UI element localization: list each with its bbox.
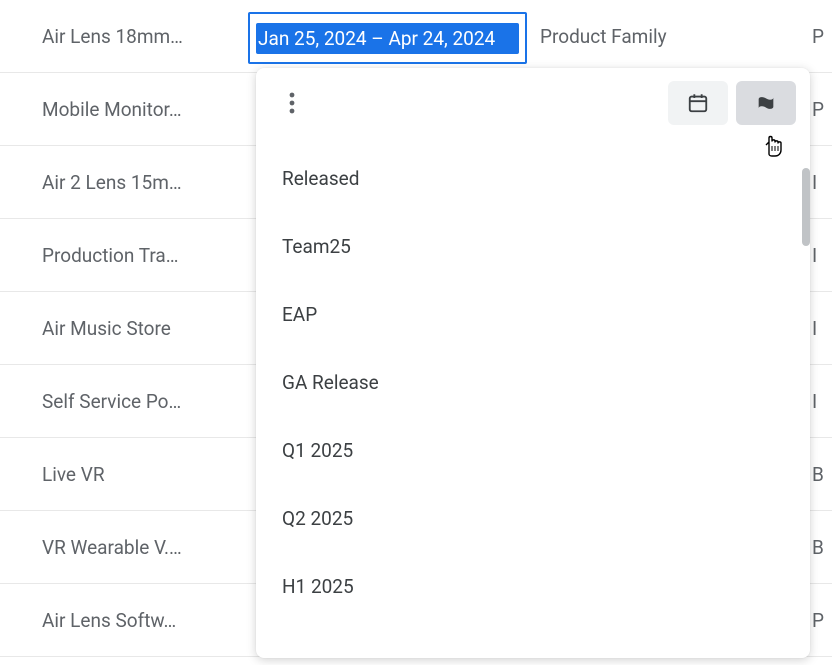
cell-name[interactable]: Live VR <box>0 438 245 511</box>
sprint-option[interactable]: Team25 <box>256 212 810 280</box>
sprint-picker-dropdown: Released Team25 EAP GA Release Q1 2025 Q… <box>256 68 810 658</box>
column-header-product-family[interactable]: Product Family <box>530 0 812 73</box>
cell-name[interactable]: Production Tra… <box>0 219 245 292</box>
cell-right[interactable]: P <box>812 73 832 146</box>
kebab-icon <box>289 92 295 114</box>
dropdown-list[interactable]: Released Team25 EAP GA Release Q1 2025 Q… <box>256 138 810 658</box>
calendar-mode-button[interactable] <box>668 81 728 125</box>
sprint-mode-button[interactable] <box>736 81 796 125</box>
selected-date-range: Jan 25, 2024 – Apr 24, 2024 <box>256 23 519 54</box>
cell-right[interactable]: I <box>812 146 832 219</box>
cell-name[interactable]: Air Music Store <box>0 292 245 365</box>
scrollbar-thumb[interactable] <box>802 168 810 246</box>
cell-name[interactable]: Air 2 Lens 15m… <box>0 146 245 219</box>
calendar-icon <box>687 92 709 114</box>
cell-right[interactable]: I <box>812 292 832 365</box>
dropdown-header <box>256 68 810 138</box>
cell-right[interactable]: B <box>812 438 832 511</box>
cell-name[interactable]: Self Service Po… <box>0 365 245 438</box>
sprint-option[interactable]: Q2 2025 <box>256 484 810 552</box>
cell-name[interactable]: VR Wearable V.… <box>0 511 245 584</box>
cell-right[interactable]: P <box>812 584 832 657</box>
sprint-option[interactable]: GA Release <box>256 348 810 416</box>
sprint-option[interactable]: Released <box>256 144 810 212</box>
active-date-cell[interactable]: Jan 25, 2024 – Apr 24, 2024 <box>248 12 527 64</box>
cell-right[interactable]: I <box>812 365 832 438</box>
cell-name[interactable]: Air Lens 18mm… <box>0 0 245 73</box>
sprint-option[interactable]: EAP <box>256 280 810 348</box>
sprint-option[interactable]: Q1 2025 <box>256 416 810 484</box>
cell-name[interactable]: Mobile Monitor… <box>0 73 245 146</box>
cell-right[interactable]: I <box>812 219 832 292</box>
sprint-option[interactable]: H1 2025 <box>256 552 810 620</box>
more-options-button[interactable] <box>274 85 310 121</box>
cell-right[interactable]: B <box>812 511 832 584</box>
sprint-icon <box>755 92 777 114</box>
cell-name[interactable]: Air Lens Softw… <box>0 584 245 657</box>
cell-right[interactable]: P <box>812 0 832 73</box>
